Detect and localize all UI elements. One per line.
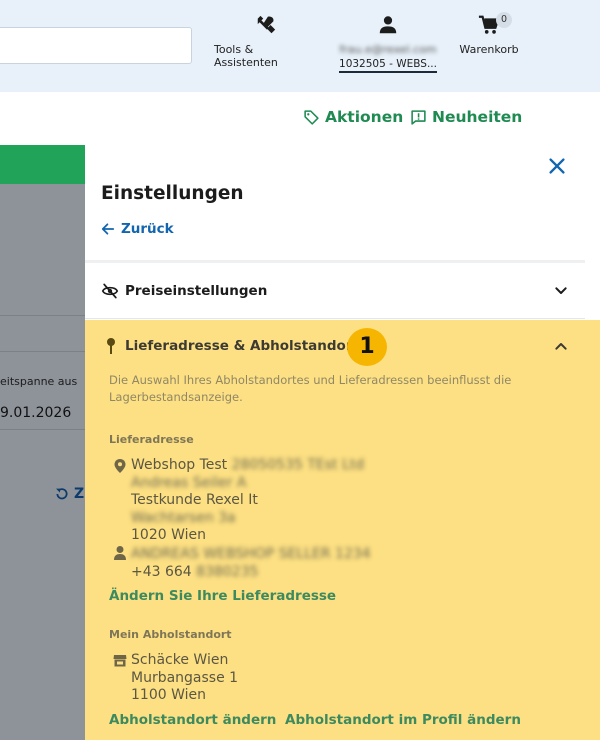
- delivery-line-2: Andreas Seiler A: [131, 474, 247, 491]
- aktionen-link[interactable]: Aktionen: [303, 108, 403, 126]
- delivery-address-heading: Lieferadresse: [109, 433, 194, 446]
- change-delivery-address-link[interactable]: Ändern Sie Ihre Lieferadresse: [109, 588, 336, 604]
- contact-name: ANDREAS WEBSHOP SELLER 1234: [131, 546, 371, 562]
- background-reset-link: Z: [54, 486, 84, 502]
- background-row: [0, 316, 88, 352]
- contact-person-icon: [114, 546, 126, 560]
- back-label: Zurück: [121, 221, 174, 237]
- change-pickup-link[interactable]: Abholstandort ändern: [109, 712, 276, 728]
- account-email: frau.e@rexel.com: [339, 43, 437, 56]
- tools-icon: [257, 15, 276, 34]
- background-timespan-label: eitspanne aus: [0, 375, 78, 388]
- contact-block: ANDREAS WEBSHOP SELLER 1234 +43 664 8380…: [131, 546, 371, 581]
- announcement-icon: [411, 109, 426, 125]
- chevron-down-icon[interactable]: [553, 283, 569, 299]
- profile-pickup-link[interactable]: Abholstandort im Profil ändern: [285, 712, 521, 728]
- cart-label: Warenkorb: [459, 43, 519, 56]
- background-reset-label: Z: [74, 486, 85, 502]
- delivery-name: Webshop Test: [131, 457, 228, 473]
- contact-phone-prefix: +43 664: [131, 563, 192, 580]
- neuheiten-label: Neuheiten: [432, 108, 523, 126]
- pickup-address-block: Schäcke Wien Murbangasse 1 1100 Wien: [131, 652, 238, 705]
- promo-links-row: Aktionen Neuheiten: [0, 92, 600, 144]
- back-link[interactable]: Zurück: [101, 221, 174, 237]
- pickup-name: Schäcke Wien: [131, 652, 229, 668]
- user-icon: [379, 16, 397, 34]
- neuheiten-link[interactable]: Neuheiten: [410, 108, 522, 126]
- close-icon[interactable]: [546, 155, 568, 177]
- store-icon: [113, 655, 127, 667]
- pickup-city: 1100 Wien: [131, 687, 206, 703]
- delivery-name-blurred: 28050535 TEst Ltd: [231, 457, 365, 473]
- arrow-left-icon: [101, 223, 115, 235]
- top-header: Tools & Assistenten frau.e@rexel.com 103…: [0, 0, 600, 92]
- contact-phone-blurred: 8380235: [196, 563, 259, 580]
- price-settings-accordion[interactable]: Preiseinstellungen: [85, 263, 585, 319]
- pin-icon: [107, 338, 115, 354]
- delivery-pickup-section: Lieferadresse & Abholstandort 1 Die Ausw…: [85, 320, 600, 740]
- delivery-line-3: Testkunde Rexel It: [131, 492, 258, 508]
- account-menu[interactable]: frau.e@rexel.com 1032505 - WEBS...: [336, 14, 440, 73]
- delivery-line-4: Wachtarsen 3a: [131, 509, 236, 526]
- aktionen-label: Aktionen: [325, 108, 404, 126]
- search-input[interactable]: [0, 27, 192, 64]
- pickup-street: Murbangasse 1: [131, 669, 239, 686]
- panel-title: Einstellungen: [101, 183, 244, 204]
- background-date-value: 9.01.2026: [0, 405, 72, 421]
- tools-assistants-link[interactable]: Tools & Assistenten: [214, 14, 318, 69]
- dimmed-background-page[interactable]: [0, 184, 88, 740]
- price-settings-label: Preiseinstellungen: [125, 283, 268, 299]
- cart-link[interactable]: 0 Warenkorb: [454, 12, 524, 56]
- account-id: 1032505 - WEBS...: [339, 58, 437, 73]
- delivery-pickup-title[interactable]: Lieferadresse & Abholstandort: [125, 338, 359, 354]
- step-number-badge: 1: [347, 328, 387, 366]
- reset-icon: [56, 488, 68, 500]
- tag-icon: [304, 109, 319, 125]
- tools-label: Tools & Assistenten: [214, 43, 278, 69]
- chevron-up-icon[interactable]: [553, 338, 569, 354]
- cart-count-badge: 0: [496, 12, 512, 28]
- background-green-bar: [0, 145, 90, 184]
- eye-slash-icon: [101, 283, 119, 299]
- stock-info-text: Die Auswahl Ihres Abholstandortes und Li…: [109, 373, 512, 404]
- delivery-city: 1020 Wien: [131, 527, 206, 543]
- pickup-heading: Mein Abholstandort: [109, 628, 232, 641]
- location-pin-icon: [114, 459, 126, 473]
- delivery-address-block: Webshop Test 28050535 TEst Ltd Andreas S…: [131, 457, 364, 545]
- background-row: [0, 296, 88, 316]
